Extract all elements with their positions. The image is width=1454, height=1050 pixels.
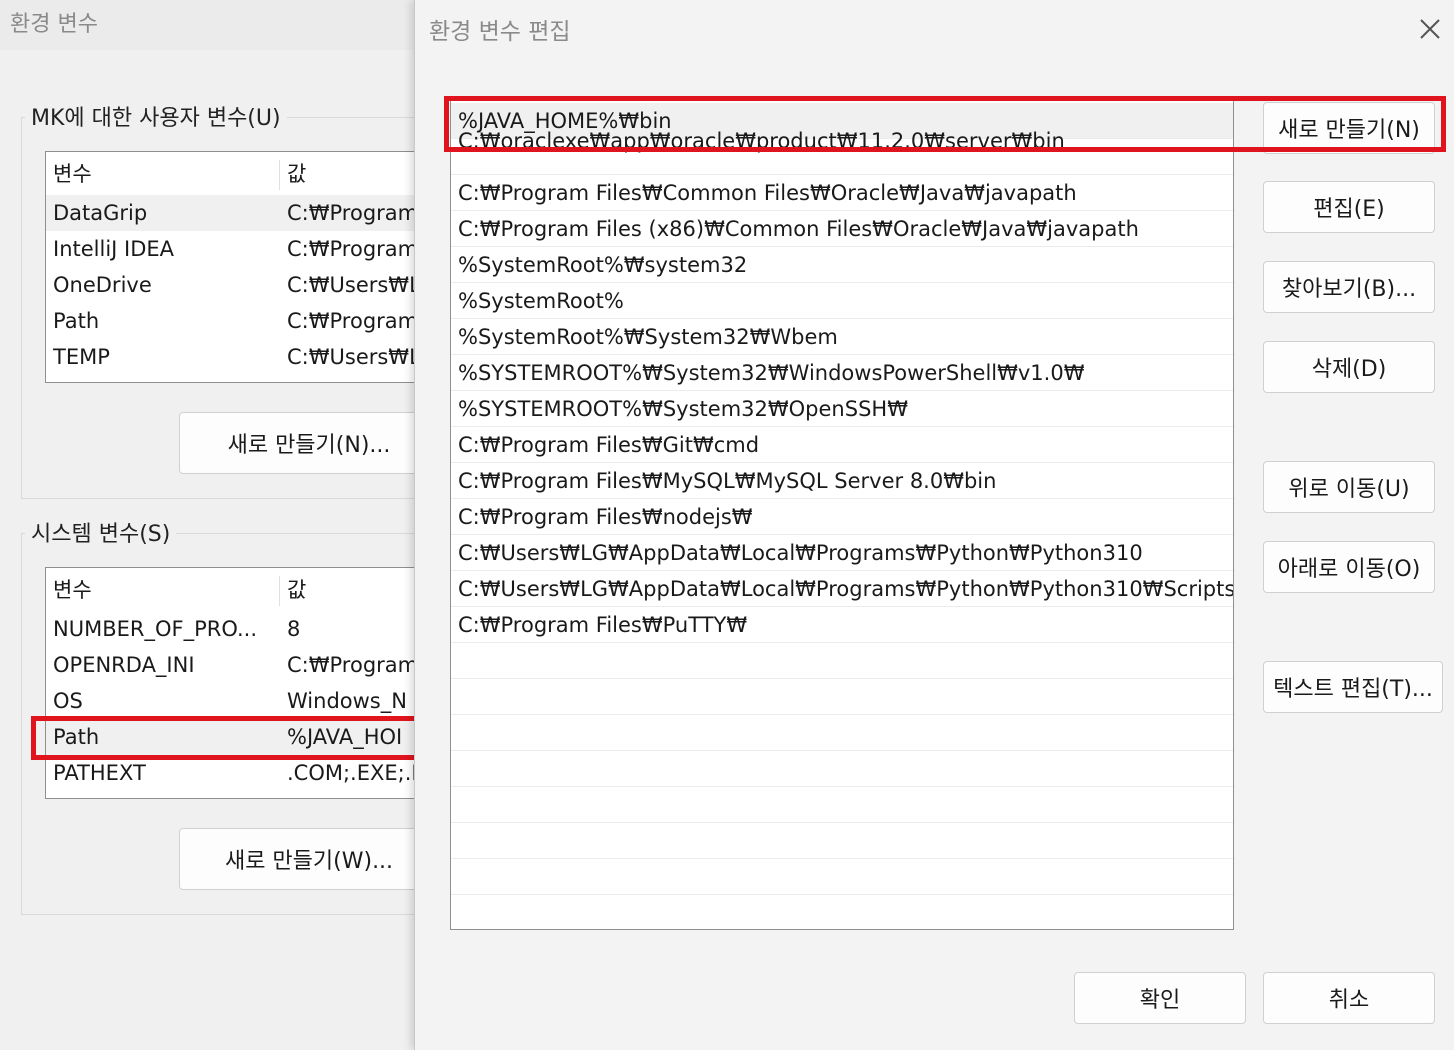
close-icon[interactable]	[1415, 14, 1445, 44]
path-entry-text: C:₩Program Files₩MySQL₩MySQL Server 8.0₩…	[458, 469, 997, 493]
bg-titlebar: 환경 변수	[0, 0, 430, 50]
variable-name: OS	[53, 689, 83, 713]
cancel-button[interactable]: 취소	[1263, 972, 1435, 1024]
user-variables-label: MK에 대한 사용자 변수(U)	[25, 100, 287, 132]
path-entries-list[interactable]: %JAVA_HOME%₩bin C:₩oraclexe₩app₩oracle₩p…	[450, 100, 1234, 930]
system-list-header: 변수 값	[46, 572, 426, 608]
list-item[interactable]: C:₩Program Files (x86)₩Common Files₩Orac…	[451, 211, 1233, 247]
variable-name: IntelliJ IDEA	[53, 237, 175, 261]
bg-window-title: 환경 변수	[10, 12, 98, 37]
table-row[interactable]: IntelliJ IDEA C:₩Program	[46, 231, 426, 267]
dialog-title: 환경 변수 편집	[429, 19, 571, 45]
path-entry-text: C:₩Program Files₩PuTTY₩	[458, 613, 748, 637]
move-down-button[interactable]: 아래로 이동(O)	[1263, 541, 1435, 593]
variable-value: C:₩Program	[287, 309, 419, 333]
list-item[interactable]: C:₩Program Files₩PuTTY₩	[451, 607, 1233, 643]
path-entry-text: %SYSTEMROOT%₩System32₩WindowsPowerShell₩…	[458, 361, 1085, 385]
list-item[interactable]: %SYSTEMROOT%₩System32₩WindowsPowerShell₩…	[451, 355, 1233, 391]
path-entry-text: %SYSTEMROOT%₩System32₩OpenSSH₩	[458, 397, 908, 421]
empty-list-row[interactable]	[451, 859, 1233, 895]
table-row[interactable]: OneDrive C:₩Users₩L	[46, 267, 426, 303]
variable-name: NUMBER_OF_PRO...	[53, 617, 258, 641]
system-variables-label: 시스템 변수(S)	[25, 516, 177, 548]
system-variables-list[interactable]: 변수 값 NUMBER_OF_PRO... 8 OPENRDA_INI C:₩P…	[45, 567, 427, 799]
empty-list-row[interactable]	[451, 715, 1233, 751]
variable-name: Path	[53, 309, 100, 333]
delete-button[interactable]: 삭제(D)	[1263, 341, 1435, 393]
variable-name: OneDrive	[53, 273, 152, 297]
list-item[interactable]: %SystemRoot%	[451, 283, 1233, 319]
path-entry-text: C:₩Users₩LG₩AppData₩Local₩Programs₩Pytho…	[458, 577, 1234, 601]
list-item[interactable]: C:₩Program Files₩Common Files₩Oracle₩Jav…	[451, 175, 1233, 211]
empty-list-row[interactable]	[451, 787, 1233, 823]
environment-variables-window: 환경 변수 MK에 대한 사용자 변수(U) 변수 값 DataGrip C:₩…	[0, 0, 443, 1050]
path-entry-text: %SystemRoot%	[458, 289, 624, 313]
move-up-button[interactable]: 위로 이동(U)	[1263, 461, 1435, 513]
system-new-button[interactable]: 새로 만들기(W)...	[179, 828, 439, 890]
column-header-value[interactable]: 값	[287, 572, 306, 608]
column-header-value[interactable]: 값	[287, 156, 306, 192]
path-entry-text: %SystemRoot%₩System32₩Wbem	[458, 325, 838, 349]
list-item[interactable]: C:₩Users₩LG₩AppData₩Local₩Programs₩Pytho…	[451, 571, 1233, 607]
table-row[interactable]: OS Windows_N	[46, 683, 426, 719]
path-entry-text: C:₩Users₩LG₩AppData₩Local₩Programs₩Pytho…	[458, 541, 1143, 565]
variable-name: PATHEXT	[53, 761, 146, 785]
column-header-variable[interactable]: 변수	[53, 572, 278, 608]
list-item[interactable]: C:₩Users₩LG₩AppData₩Local₩Programs₩Pytho…	[451, 535, 1233, 571]
variable-name: TEMP	[53, 345, 110, 369]
list-item[interactable]: %SystemRoot%₩system32	[451, 247, 1233, 283]
variable-value: 8	[287, 617, 301, 641]
table-row[interactable]: OPENRDA_INI C:₩Program	[46, 647, 426, 683]
table-row[interactable]: Path C:₩Program	[46, 303, 426, 339]
empty-list-row[interactable]	[451, 823, 1233, 859]
user-variables-list[interactable]: 변수 값 DataGrip C:₩Program IntelliJ IDEA C…	[45, 151, 427, 383]
path-entry-text: %SystemRoot%₩system32	[458, 253, 748, 277]
table-row[interactable]: DataGrip C:₩Program	[46, 195, 426, 231]
table-row[interactable]: NUMBER_OF_PRO... 8	[46, 611, 426, 647]
path-entry-text: C:₩Program Files₩nodejs₩	[458, 505, 753, 529]
list-item[interactable]: %SystemRoot%₩System32₩Wbem	[451, 319, 1233, 355]
table-row[interactable]: PATHEXT .COM;.EXE;.E	[46, 755, 426, 791]
variable-value: C:₩Program	[287, 237, 419, 261]
list-item[interactable]: C:₩Program Files₩MySQL₩MySQL Server 8.0₩…	[451, 463, 1233, 499]
path-entry-text: C:₩Program Files (x86)₩Common Files₩Orac…	[458, 217, 1139, 241]
list-item[interactable]: C:₩Program Files₩Git₩cmd	[451, 427, 1233, 463]
path-row-highlight	[31, 716, 423, 760]
list-item[interactable]: C:₩Program Files₩nodejs₩	[451, 499, 1233, 535]
first-entry-highlight	[444, 96, 1446, 152]
variable-value: C:₩Program	[287, 201, 419, 225]
browse-button[interactable]: 찾아보기(B)...	[1263, 261, 1435, 313]
path-entry-text: C:₩Program Files₩Git₩cmd	[458, 433, 760, 457]
empty-list-row[interactable]	[451, 751, 1233, 787]
edit-text-button[interactable]: 텍스트 편집(T)...	[1263, 661, 1443, 713]
list-item[interactable]: %SYSTEMROOT%₩System32₩OpenSSH₩	[451, 391, 1233, 427]
variable-value: Windows_N	[287, 689, 407, 713]
variable-value: C:₩Program	[287, 653, 419, 677]
user-list-header: 변수 값	[46, 156, 426, 192]
ok-button[interactable]: 확인	[1074, 972, 1246, 1024]
variable-value: .COM;.EXE;.E	[287, 761, 425, 785]
dialog-titlebar: 환경 변수 편집	[415, 0, 1454, 58]
variable-value: C:₩Users₩L	[287, 273, 421, 297]
path-entry-text: C:₩Program Files₩Common Files₩Oracle₩Jav…	[458, 181, 1077, 205]
edit-button[interactable]: 편집(E)	[1263, 181, 1435, 233]
column-header-variable[interactable]: 변수	[53, 156, 278, 192]
edit-environment-variable-dialog: 환경 변수 편집 %JAVA_HOME%₩bin C:₩oraclexe₩app…	[414, 0, 1454, 1050]
variable-name: DataGrip	[53, 201, 148, 225]
table-row[interactable]: TEMP C:₩Users₩L	[46, 339, 426, 375]
variable-value: C:₩Users₩L	[287, 345, 421, 369]
variable-name: OPENRDA_INI	[53, 653, 195, 677]
user-new-button[interactable]: 새로 만들기(N)...	[179, 412, 439, 474]
empty-list-row[interactable]	[451, 679, 1233, 715]
empty-list-row[interactable]	[451, 643, 1233, 679]
